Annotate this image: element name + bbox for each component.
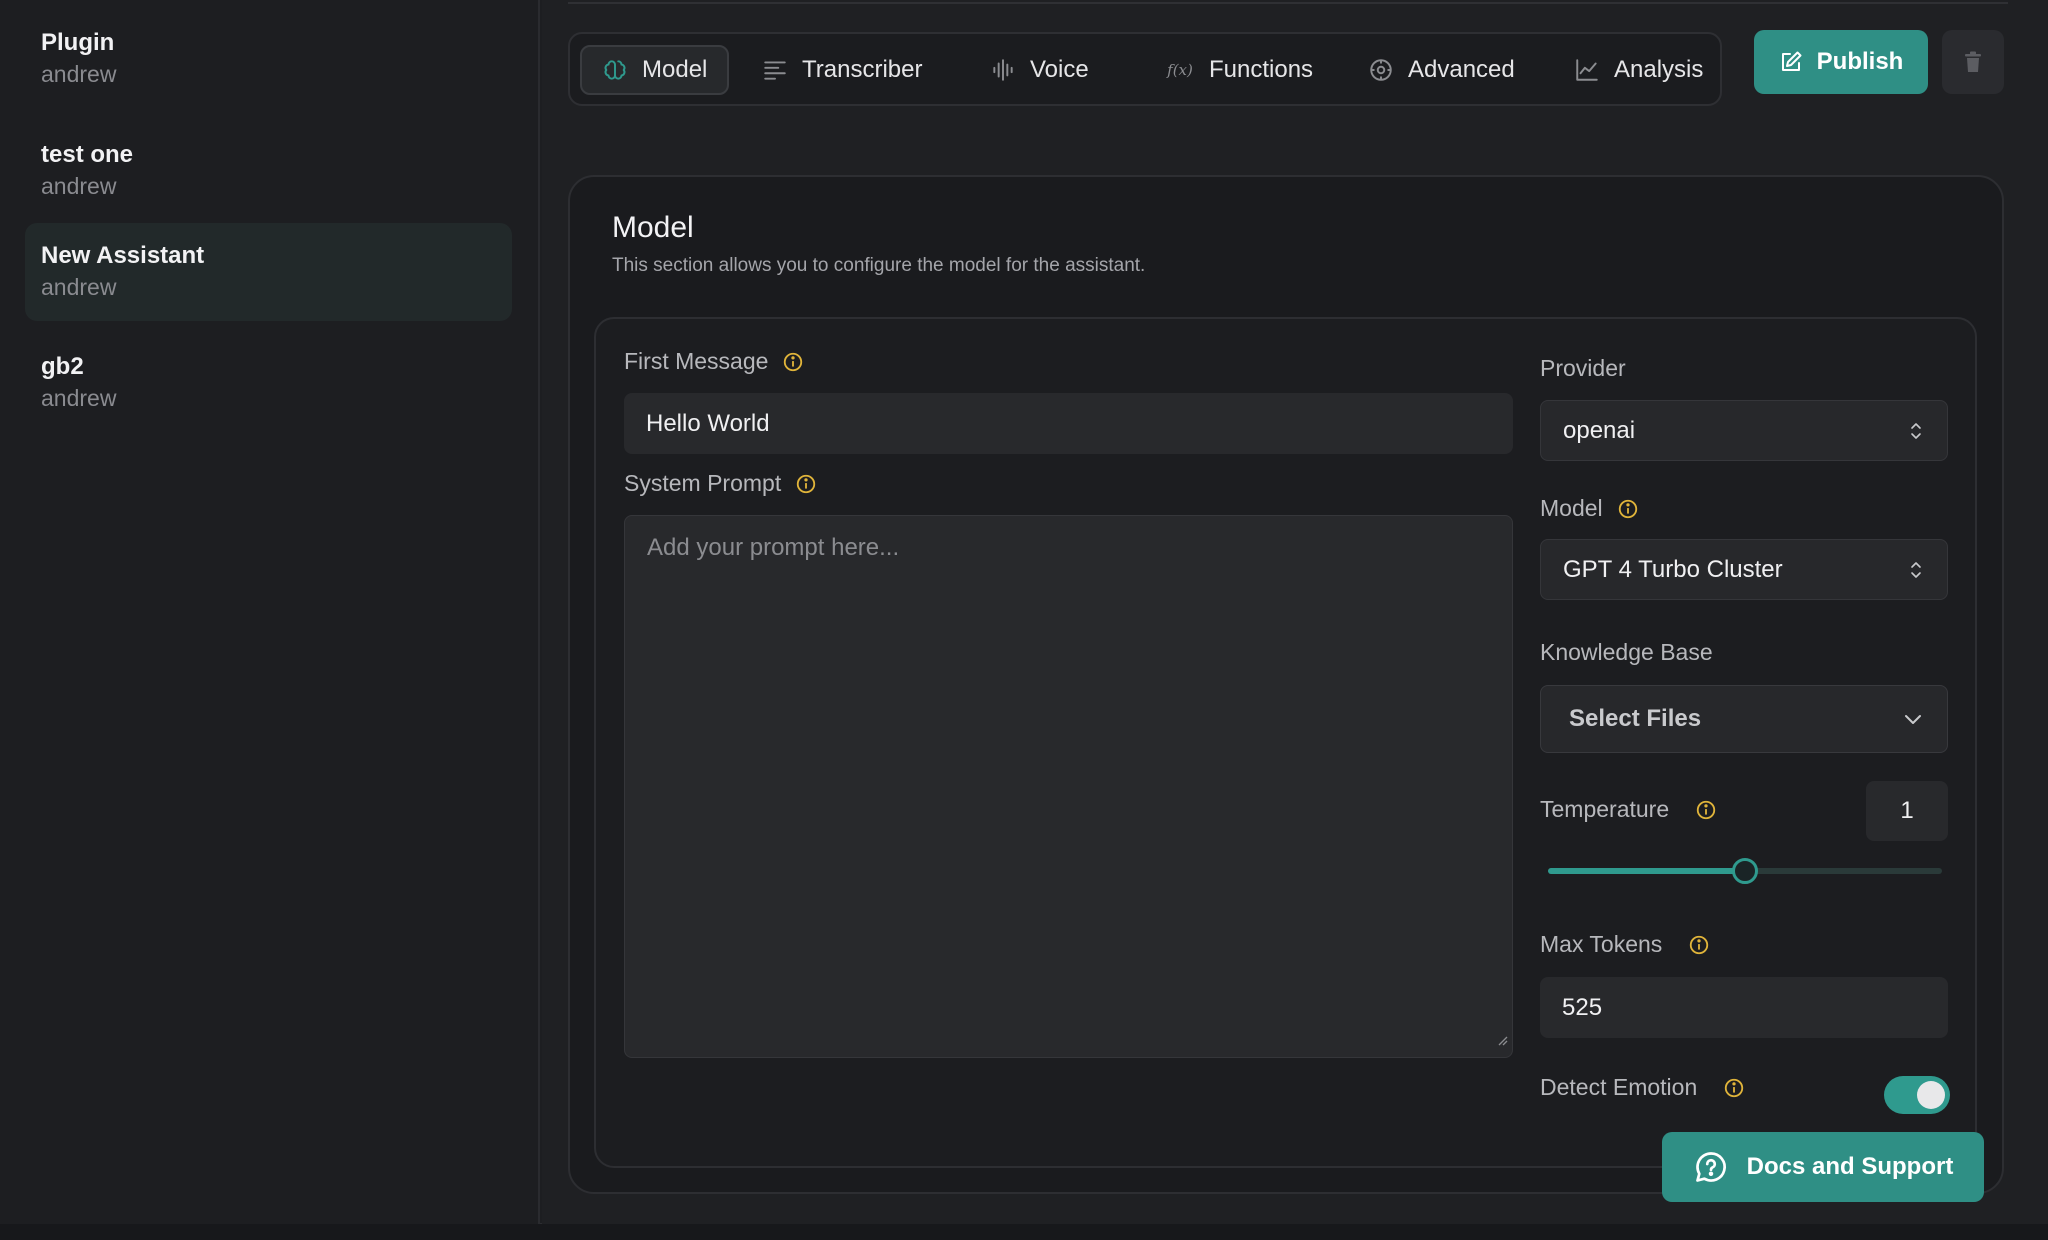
knowledge-base-label: Knowledge Base xyxy=(1540,639,1713,666)
resize-grip-icon[interactable] xyxy=(1496,1025,1508,1053)
brain-icon xyxy=(602,57,628,83)
label-text: First Message xyxy=(624,348,769,374)
detect-emotion-toggle[interactable] xyxy=(1884,1076,1950,1114)
lines-icon xyxy=(762,57,788,83)
chart-icon xyxy=(1574,57,1600,83)
tab-label: Model xyxy=(642,56,708,83)
temperature-value-input[interactable]: 1 xyxy=(1866,781,1948,841)
tab-transcriber[interactable]: Transcriber xyxy=(742,45,942,95)
label-text: Provider xyxy=(1540,355,1626,381)
assistant-owner: andrew xyxy=(41,385,117,411)
tab-analysis[interactable]: Analysis xyxy=(1554,45,1723,95)
tab-model[interactable]: Model xyxy=(580,45,730,95)
chat-bubble-icon xyxy=(1693,1149,1729,1185)
assistant-item-gb2[interactable]: gb2 andrew xyxy=(25,334,512,432)
temperature-label: Temperature xyxy=(1540,796,1717,823)
provider-select[interactable]: openai xyxy=(1540,400,1948,461)
assistant-name: Plugin xyxy=(41,29,115,56)
select-value: openai xyxy=(1563,416,1636,444)
function-icon: f(x) xyxy=(1167,61,1193,79)
info-icon[interactable] xyxy=(795,473,817,495)
info-icon[interactable] xyxy=(782,351,804,373)
label-text: System Prompt xyxy=(624,470,782,496)
tab-label: Functions xyxy=(1209,56,1314,83)
slider-fill xyxy=(1548,868,1745,874)
select-value: GPT 4 Turbo Cluster xyxy=(1563,555,1783,583)
assistant-owner: andrew xyxy=(41,274,117,300)
edit-icon xyxy=(1779,50,1803,74)
app-window: Plugin andrew test one andrew New Assist… xyxy=(0,0,2048,1224)
input-value: 1 xyxy=(1900,797,1914,824)
tab-bar: Model Transcriber Voice f(x) Functions A… xyxy=(568,32,1722,106)
assistant-sidebar: Plugin andrew test one andrew New Assist… xyxy=(0,0,540,1224)
temperature-slider[interactable] xyxy=(1548,858,1942,884)
assistant-owner: andrew xyxy=(41,61,117,87)
assistant-name: New Assistant xyxy=(41,242,205,269)
tab-label: Transcriber xyxy=(802,56,923,83)
toggle-knob xyxy=(1917,1081,1945,1109)
tab-label: Voice xyxy=(1030,56,1089,83)
assistant-item-new-assistant[interactable]: New Assistant andrew xyxy=(25,223,512,321)
delete-button[interactable] xyxy=(1942,30,2004,94)
tab-voice[interactable]: Voice xyxy=(970,45,1109,95)
label-text: Model xyxy=(1540,495,1603,521)
updown-chevron-icon xyxy=(1909,560,1923,580)
chevron-down-icon xyxy=(1903,712,1923,726)
knowledge-base-select[interactable]: Select Files xyxy=(1540,685,1948,753)
docs-label: Docs and Support xyxy=(1746,1153,1954,1180)
tab-advanced[interactable]: Advanced xyxy=(1348,45,1535,95)
system-prompt-textarea[interactable]: Add your prompt here... xyxy=(624,515,1513,1058)
label-text: Temperature xyxy=(1540,796,1670,822)
model-label: Model xyxy=(1540,495,1639,522)
placeholder-text: Add your prompt here... xyxy=(647,534,900,561)
first-message-input[interactable]: Hello World xyxy=(624,393,1513,454)
info-icon[interactable] xyxy=(1723,1077,1745,1099)
first-message-label: First Message xyxy=(624,348,804,375)
max-tokens-input[interactable]: 525 xyxy=(1540,977,1948,1038)
section-title: Model xyxy=(612,211,694,244)
detect-emotion-label: Detect Emotion xyxy=(1540,1074,1745,1101)
system-prompt-label: System Prompt xyxy=(624,470,817,497)
info-icon[interactable] xyxy=(1617,498,1639,520)
assistant-name: test one xyxy=(41,141,134,168)
docs-support-button[interactable]: Docs and Support xyxy=(1662,1132,1984,1202)
provider-label: Provider xyxy=(1540,355,1626,382)
tab-label: Advanced xyxy=(1408,56,1515,83)
info-icon[interactable] xyxy=(1688,934,1710,956)
tab-functions[interactable]: f(x) Functions xyxy=(1145,45,1333,95)
model-select[interactable]: GPT 4 Turbo Cluster xyxy=(1540,539,1948,600)
settings-icon xyxy=(1368,57,1394,83)
assistant-name: gb2 xyxy=(41,353,84,380)
select-value: Select Files xyxy=(1569,705,1702,732)
updown-chevron-icon xyxy=(1909,421,1923,441)
max-tokens-label: Max Tokens xyxy=(1540,931,1710,958)
divider xyxy=(568,0,2008,4)
input-value: 525 xyxy=(1562,993,1603,1021)
assistant-item-test-one[interactable]: test one andrew xyxy=(25,122,512,220)
tab-label: Analysis xyxy=(1614,56,1704,83)
assistant-owner: andrew xyxy=(41,173,117,199)
section-description: This section allows you to configure the… xyxy=(612,255,1146,276)
trash-icon xyxy=(1961,49,1985,75)
info-icon[interactable] xyxy=(1695,799,1717,821)
assistant-item-plugin[interactable]: Plugin andrew xyxy=(25,10,512,108)
publish-button[interactable]: Publish xyxy=(1754,30,1928,94)
input-value: Hello World xyxy=(646,409,770,437)
waveform-icon xyxy=(990,57,1016,83)
label-text: Knowledge Base xyxy=(1540,639,1713,665)
label-text: Detect Emotion xyxy=(1540,1074,1698,1100)
slider-thumb[interactable] xyxy=(1732,858,1758,884)
publish-label: Publish xyxy=(1816,48,1904,75)
label-text: Max Tokens xyxy=(1540,931,1663,957)
